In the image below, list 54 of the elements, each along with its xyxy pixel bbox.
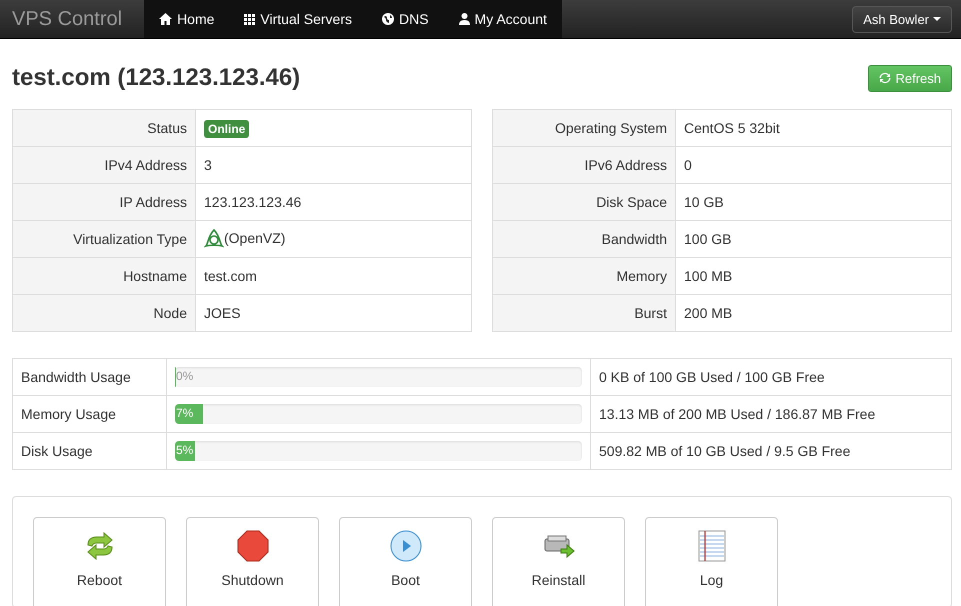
refresh-icon (879, 72, 892, 84)
status-badge: Online (204, 120, 250, 138)
nav-link[interactable]: DNS (366, 0, 444, 38)
user-menu-button[interactable]: Ash Bowler (852, 6, 952, 32)
notepad-icon (698, 530, 726, 562)
caret-icon (933, 17, 941, 21)
usage-label: Disk Usage (12, 432, 166, 470)
brand-logo[interactable]: VPS Control (0, 0, 144, 38)
stop-icon (236, 530, 268, 562)
field-value: 3 (196, 146, 472, 184)
nav-link[interactable]: My Account (444, 0, 562, 38)
usage-detail: 13.13 MB of 200 MB Used / 186.87 MB Free (590, 396, 952, 432)
nav-link[interactable]: Virtual Servers (229, 0, 367, 38)
field-label: Status (12, 110, 196, 146)
usage-detail: 0 KB of 100 GB Used / 100 GB Free (590, 358, 952, 396)
action-button[interactable]: Boot (339, 517, 472, 606)
field-value: 123.123.123.46 (196, 184, 472, 220)
field-value: 100 GB (676, 220, 952, 258)
field-label: Burst (492, 294, 676, 332)
home-icon (159, 13, 172, 25)
field-value: 200 MB (676, 294, 952, 332)
field-label: Node (12, 294, 196, 332)
field-label: IPv6 Address (492, 146, 676, 184)
usage-detail: 509.82 MB of 10 GB Used / 9.5 GB Free (590, 432, 952, 470)
field-value: (OpenVZ) (224, 230, 286, 246)
percent-label: 5% (175, 443, 194, 457)
field-value: test.com (196, 258, 472, 294)
field-value: 10 GB (676, 184, 952, 220)
play-icon (390, 530, 422, 562)
field-value: 0 (676, 146, 952, 184)
nav-link[interactable]: Home (144, 0, 230, 38)
field-label: Bandwidth (492, 220, 676, 258)
grid-icon (244, 14, 256, 24)
action-button[interactable]: Log (645, 517, 778, 606)
field-label: Operating System (492, 110, 676, 146)
percent-label: 7% (175, 406, 194, 420)
field-value: 100 MB (676, 258, 952, 294)
usage-label: Bandwidth Usage (12, 358, 166, 396)
field-label: Memory (492, 258, 676, 294)
action-button[interactable]: Reboot (33, 517, 166, 606)
field-label: IPv4 Address (12, 146, 196, 184)
field-label: Hostname (12, 258, 196, 294)
field-value: JOES (196, 294, 472, 332)
percent-label: 0% (175, 369, 194, 383)
field-label: Disk Space (492, 184, 676, 220)
usage-label: Memory Usage (12, 396, 166, 432)
user-icon (458, 13, 470, 25)
field-label: Virtualization Type (12, 220, 196, 258)
field-value: CentOS 5 32bit (676, 110, 952, 146)
page-title: test.com (123.123.123.46) (12, 64, 300, 92)
field-label: IP Address (12, 184, 196, 220)
globe-icon (382, 13, 394, 25)
action-button[interactable]: Shutdown (186, 517, 319, 606)
action-button[interactable]: Reinstall (492, 517, 625, 606)
